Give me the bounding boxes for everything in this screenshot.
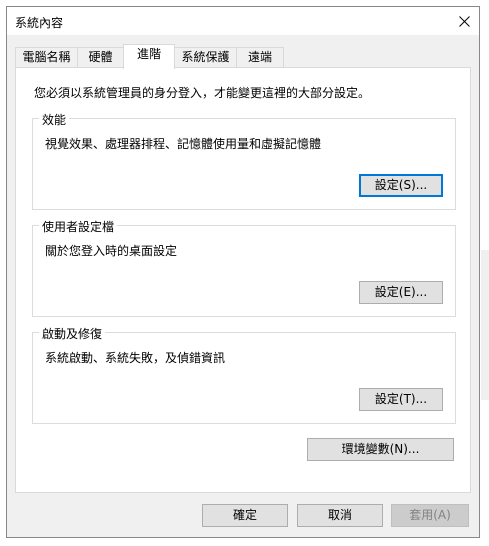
advanced-tab-panel: 您必須以系統管理員的身分登入，才能變更這裡的大部分設定。 效能 視覺效果、處理器… xyxy=(15,67,471,493)
user-profiles-group: 使用者設定檔 關於您登入時的桌面設定 設定(E)... xyxy=(32,218,456,317)
title-bar[interactable]: 系統內容 xyxy=(7,7,479,35)
performance-group-title: 效能 xyxy=(39,111,70,128)
close-button[interactable] xyxy=(449,7,479,35)
performance-group: 效能 視覺效果、處理器排程、記憶體使用量和虛擬記憶體 設定(S)... xyxy=(32,111,456,210)
close-icon xyxy=(458,15,470,27)
background-window-edge xyxy=(481,250,489,400)
tab-advanced[interactable]: 進階 xyxy=(123,44,175,69)
ok-button[interactable]: 確定 xyxy=(202,504,288,527)
user-profiles-group-title: 使用者設定檔 xyxy=(39,218,118,235)
performance-description: 視覺效果、處理器排程、記憶體使用量和虛擬記憶體 xyxy=(45,137,322,151)
tab-remote[interactable]: 遠端 xyxy=(236,47,284,67)
startup-recovery-group-title: 啟動及修復 xyxy=(39,325,106,342)
window-title: 系統內容 xyxy=(15,16,64,30)
user-profiles-settings-button[interactable]: 設定(E)... xyxy=(359,281,443,304)
startup-recovery-description: 系統啟動、系統失敗，及偵錯資訊 xyxy=(45,351,226,365)
performance-settings-button[interactable]: 設定(S)... xyxy=(359,174,443,197)
tab-computer-name[interactable]: 電腦名稱 xyxy=(15,47,78,67)
apply-button[interactable]: 套用(A) xyxy=(391,504,469,527)
tab-system-protection[interactable]: 系統保護 xyxy=(174,47,237,67)
system-properties-dialog: 系統內容 電腦名稱 硬體 進階 系統保護 遠端 您必須以系統管理員的身分登入，才… xyxy=(6,6,480,538)
user-profiles-description: 關於您登入時的桌面設定 xyxy=(45,244,178,258)
startup-recovery-settings-button[interactable]: 設定(T)... xyxy=(359,388,443,411)
tab-hardware[interactable]: 硬體 xyxy=(77,47,124,67)
cancel-button[interactable]: 取消 xyxy=(297,504,383,527)
environment-variables-button[interactable]: 環境變數(N)... xyxy=(307,438,454,461)
admin-notice: 您必須以系統管理員的身分登入，才能變更這裡的大部分設定。 xyxy=(34,86,371,100)
startup-recovery-group: 啟動及修復 系統啟動、系統失敗，及偵錯資訊 設定(T)... xyxy=(32,325,456,424)
